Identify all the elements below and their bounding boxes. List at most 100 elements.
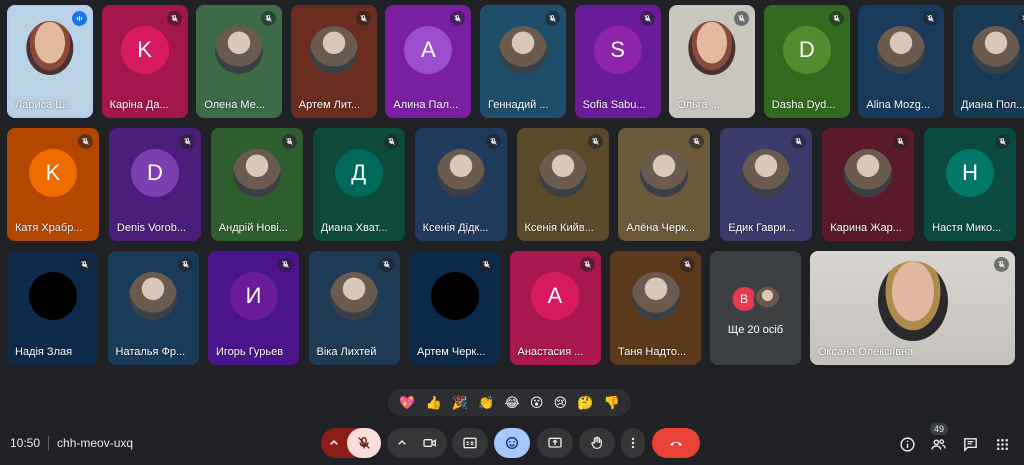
participant-video <box>26 20 74 76</box>
muted-indicator <box>923 11 939 26</box>
hand-icon <box>591 436 602 449</box>
present-button[interactable] <box>537 428 573 458</box>
participant-tile[interactable]: K Каріна Да... <box>101 5 188 118</box>
participant-name: Едик Гаври... <box>728 222 795 234</box>
mic-control-group <box>321 428 381 458</box>
mic-off-icon <box>998 261 1005 268</box>
participant-name: Каріна Да... <box>109 99 169 111</box>
emoji-reactions-button[interactable] <box>494 428 530 458</box>
clock-time: 10:50 <box>10 436 41 450</box>
mic-off-icon <box>265 15 273 22</box>
apps-grid-icon <box>996 438 1008 450</box>
participant-tile[interactable]: Карина Жар... <box>822 128 915 241</box>
participant-tile[interactable]: Alina Mozg... <box>858 5 945 118</box>
activities-button[interactable] <box>991 433 1013 455</box>
participant-avatar: D <box>130 148 179 197</box>
participant-name: Таня Надто... <box>618 346 687 358</box>
reaction-emoji-button[interactable]: 💖 <box>399 395 415 411</box>
captions-button[interactable] <box>452 428 488 458</box>
more-participants-label: Ще 20 осіб <box>727 324 784 336</box>
participant-avatar <box>232 148 281 197</box>
participant-tile[interactable]: Ксенія Дідк... <box>414 128 507 241</box>
muted-indicator <box>639 11 655 26</box>
participant-tile[interactable]: Ольга ... <box>669 5 756 118</box>
participant-tile[interactable]: Таня Надто... <box>610 251 701 365</box>
participant-avatar <box>972 25 1020 74</box>
participant-tile[interactable]: Ксенія Кийв... <box>516 128 609 241</box>
muted-indicator <box>828 11 844 26</box>
reaction-emoji-button[interactable]: 😮 <box>530 395 544 411</box>
camera-toggle-button[interactable] <box>415 428 445 458</box>
camera-options-chevron[interactable] <box>389 428 415 458</box>
more-options-button[interactable] <box>621 428 645 458</box>
chat-button[interactable] <box>959 433 981 455</box>
participant-name: Игорь Гурьев <box>216 346 284 358</box>
mic-options-chevron[interactable] <box>321 428 347 458</box>
participant-tile[interactable]: Н Настя Мико... <box>924 128 1017 241</box>
mic-off-icon <box>927 15 935 22</box>
participant-tile[interactable]: D Dasha Dyd... <box>763 5 850 118</box>
participant-tile[interactable]: S Sofia Sabu... <box>574 5 661 118</box>
meeting-details-button[interactable] <box>896 433 918 455</box>
more-participants-tile[interactable]: В Ще 20 осіб <box>710 251 801 365</box>
participant-name: Dasha Dyd... <box>771 99 836 111</box>
people-button[interactable]: 49 <box>927 423 949 455</box>
reaction-emoji-button[interactable]: 👍 <box>425 395 441 411</box>
participant-tile[interactable]: Диана Пол... <box>953 5 1024 118</box>
mic-off-icon <box>897 138 905 145</box>
raise-hand-button[interactable] <box>579 428 615 458</box>
participant-avatar <box>129 272 177 320</box>
mic-off-icon <box>832 15 840 22</box>
participant-tile[interactable]: Д Диана Хват... <box>312 128 405 241</box>
participant-tile[interactable]: Олена Ме... <box>196 5 283 118</box>
mic-off-icon <box>387 138 395 145</box>
people-icon <box>930 438 946 450</box>
participant-video <box>877 261 948 341</box>
mic-toggle-button[interactable] <box>347 428 381 458</box>
reaction-emoji-button[interactable]: 👏 <box>478 395 494 411</box>
participant-tile[interactable]: Артем Лит... <box>290 5 377 118</box>
reaction-emoji-button[interactable]: 🎉 <box>452 395 468 411</box>
mic-off-icon <box>285 138 293 145</box>
participant-name: Оксана Олексіївна <box>818 346 914 358</box>
participant-tile[interactable]: Наталья Фр... <box>107 251 199 365</box>
participant-tile[interactable]: Едик Гаври... <box>720 128 813 241</box>
mic-off-icon <box>591 138 599 145</box>
mic-off-icon <box>81 261 88 268</box>
reaction-emoji-button[interactable]: 😂 <box>505 395 520 411</box>
participant-tile[interactable]: A Анастасия ... <box>509 251 601 365</box>
reaction-emoji-button[interactable]: 👎 <box>604 395 620 411</box>
muted-indicator <box>734 11 750 26</box>
people-count-badge: 49 <box>930 423 949 435</box>
participant-tile[interactable]: D Denis Vorob... <box>108 128 201 241</box>
participant-tile[interactable]: Віка Лихтей <box>308 251 400 365</box>
participant-tile[interactable]: K Катя Храбр... <box>7 128 99 241</box>
participant-tile[interactable]: И Игорь Гурьев <box>208 251 299 365</box>
reaction-emoji-button[interactable]: 😢 <box>554 395 568 411</box>
participant-avatar <box>309 25 358 74</box>
participant-name: Алёна Черк... <box>626 222 696 234</box>
participant-tile[interactable]: Надія Злая <box>7 251 98 365</box>
participant-avatar: S <box>593 25 642 74</box>
participant-avatar <box>436 148 485 197</box>
participant-avatar <box>430 272 479 320</box>
participant-avatar <box>742 148 791 197</box>
participant-avatar <box>215 25 264 74</box>
participant-avatar: Н <box>946 148 995 197</box>
participant-tile[interactable]: Лариса Ш... <box>7 5 93 118</box>
leave-call-button[interactable] <box>652 428 700 458</box>
participant-avatar <box>28 272 77 320</box>
spotlight-participant-tile[interactable]: Оксана Олексіївна <box>810 251 1015 365</box>
mic-off-icon <box>738 15 746 22</box>
participant-tile[interactable]: Артем Черк... <box>409 251 500 365</box>
participant-tile[interactable]: Алёна Черк... <box>618 128 711 241</box>
participant-tile[interactable]: Андрій Нові... <box>210 128 303 241</box>
mic-off-icon <box>382 261 390 268</box>
participant-tile[interactable]: Геннадий ... <box>480 5 566 118</box>
reaction-emoji-button[interactable]: 🤔 <box>577 395 593 411</box>
captions-icon <box>463 437 477 449</box>
participant-tile[interactable]: A Алина Пал... <box>385 5 472 118</box>
participant-name: Геннадий ... <box>488 99 549 111</box>
participant-name: Алина Пал... <box>393 99 459 111</box>
muted-indicator <box>689 134 705 149</box>
